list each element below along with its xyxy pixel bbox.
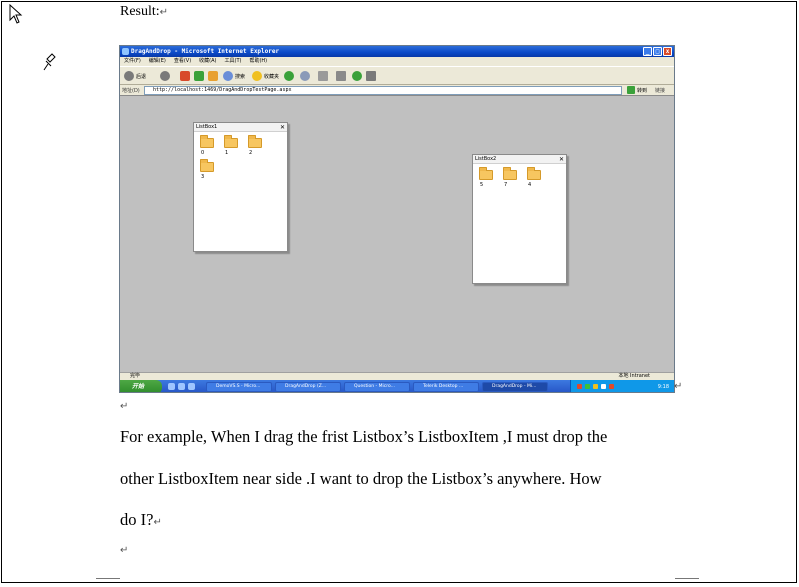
history-icon[interactable]: [284, 71, 294, 81]
paragraph-mark: ↵: [674, 381, 683, 392]
back-icon[interactable]: [124, 71, 134, 81]
list-item[interactable]: 3: [198, 159, 216, 180]
menu-favorites[interactable]: 收藏(A): [199, 57, 216, 66]
list-item[interactable]: 7: [501, 167, 519, 188]
body-line-2: other ListboxItem near side .I want to d…: [120, 469, 602, 488]
quicklaunch-icon[interactable]: [168, 383, 175, 390]
edit-icon[interactable]: [336, 71, 346, 81]
listbox2-title: ListBox2: [475, 156, 497, 162]
folder-icon: [248, 135, 262, 148]
zone-text: 本地 Intranet: [618, 373, 650, 379]
ie-app-icon: [122, 48, 129, 55]
paragraph-mark: ↵: [120, 545, 129, 556]
list-item[interactable]: 5: [477, 167, 495, 188]
search-icon[interactable]: [223, 71, 233, 81]
task-button[interactable]: DragAndDrop (Z...: [275, 382, 341, 392]
taskbar: 开始 DemoVS.S - Micro... DragAndDrop (Z...…: [120, 380, 674, 392]
status-text: 完毕: [130, 373, 141, 379]
body-line-1: For example, When I drag the frist Listb…: [120, 427, 608, 446]
links-label[interactable]: 链接: [655, 87, 665, 94]
page-content-area: ListBox1 ✕ 0 1 2 3 ListBox2 ✕ 5 7 4: [121, 97, 673, 372]
menu-view[interactable]: 查看(V): [174, 57, 191, 66]
address-label: 地址(D): [122, 88, 140, 94]
menu-tools[interactable]: 工具(T): [225, 57, 242, 66]
stop-icon[interactable]: [180, 71, 190, 81]
pin-cursor-icon: [43, 53, 56, 71]
tray-icon[interactable]: [601, 384, 606, 389]
list-item[interactable]: 1: [222, 135, 240, 156]
go-button[interactable]: 转到: [637, 87, 647, 94]
minimize-icon[interactable]: _: [643, 47, 652, 56]
window-buttons: _ □ x: [643, 47, 672, 56]
close-icon[interactable]: ✕: [559, 155, 564, 164]
mouse-pointer-icon: [9, 4, 23, 24]
listbox2-window[interactable]: ListBox2 ✕ 5 7 4: [472, 154, 567, 284]
address-input[interactable]: http://localhost:1469/DragAndDropTestPag…: [144, 86, 622, 95]
quicklaunch-icon[interactable]: [178, 383, 185, 390]
listbox1-title-bar[interactable]: ListBox1 ✕: [194, 123, 287, 132]
listbox1-window[interactable]: ListBox1 ✕ 0 1 2 3: [193, 122, 288, 252]
tray-icon[interactable]: [585, 384, 590, 389]
address-bar: 地址(D) http://localhost:1469/DragAndDropT…: [120, 85, 674, 96]
quicklaunch-icon[interactable]: [188, 383, 195, 390]
favorites-icon[interactable]: [252, 71, 262, 81]
tray-icon[interactable]: [609, 384, 614, 389]
folder-icon: [224, 135, 238, 148]
paragraph-mark: ↵: [159, 7, 169, 18]
list-item[interactable]: 4: [525, 167, 543, 188]
ie-window-title: DragAndDrop - Microsoft Internet Explore…: [131, 48, 280, 55]
tray-icon[interactable]: [593, 384, 598, 389]
list-item[interactable]: 2: [246, 135, 264, 156]
forward-icon[interactable]: [160, 71, 170, 81]
close-icon[interactable]: ✕: [280, 123, 285, 132]
back-label: 后退: [136, 74, 147, 80]
favorites-label: 收藏夹: [264, 74, 280, 80]
embedded-ie-screenshot: DragAndDrop - Microsoft Internet Explore…: [119, 45, 675, 393]
go-icon[interactable]: [627, 86, 635, 94]
mail-icon[interactable]: [300, 71, 310, 81]
ie-menu-bar: 文件(F) 编辑(E) 查看(V) 收藏(A) 工具(T) 帮助(H): [120, 57, 674, 66]
refresh-icon[interactable]: [194, 71, 204, 81]
close-icon[interactable]: x: [663, 47, 672, 56]
folder-icon: [527, 167, 541, 180]
research-icon[interactable]: [366, 71, 376, 81]
folder-icon: [200, 135, 214, 148]
body-line-3: do I?↵: [120, 510, 162, 529]
menu-file[interactable]: 文件(F): [124, 57, 141, 66]
menu-help[interactable]: 帮助(H): [249, 57, 267, 66]
clock: 9:18: [657, 384, 669, 390]
maximize-icon[interactable]: □: [653, 47, 662, 56]
task-button[interactable]: DemoVS.S - Micro...: [206, 382, 272, 392]
menu-edit[interactable]: 编辑(E): [149, 57, 166, 66]
home-icon[interactable]: [208, 71, 218, 81]
start-button[interactable]: 开始: [120, 380, 162, 392]
print-icon[interactable]: [318, 71, 328, 81]
folder-icon: [503, 167, 517, 180]
paragraph-mark: ↵: [120, 401, 129, 412]
list-item[interactable]: 0: [198, 135, 216, 156]
task-button-active[interactable]: DragAndDrop - Mi...: [482, 382, 548, 392]
listbox1-title: ListBox1: [196, 124, 218, 130]
task-button[interactable]: Question - Micro...: [344, 382, 410, 392]
messenger-icon[interactable]: [352, 71, 362, 81]
ie-title-bar: DragAndDrop - Microsoft Internet Explore…: [120, 46, 674, 57]
search-label: 搜索: [235, 74, 246, 80]
page-corner-mark-left: [96, 578, 120, 585]
folder-icon: [479, 167, 493, 180]
listbox2-title-bar[interactable]: ListBox2 ✕: [473, 155, 566, 164]
status-bar: 完毕 本地 Intranet: [120, 372, 674, 380]
system-tray: 9:18: [570, 380, 674, 392]
task-button[interactable]: Telerik Desktop ...: [413, 382, 479, 392]
folder-icon: [200, 159, 214, 172]
paragraph-mark: ↵: [153, 517, 162, 528]
result-label: Result:↵: [120, 4, 169, 19]
tray-icon[interactable]: [577, 384, 582, 389]
ie-toolbar: 后退 搜索 收藏夹: [120, 66, 674, 85]
page-corner-mark-right: [675, 578, 699, 585]
